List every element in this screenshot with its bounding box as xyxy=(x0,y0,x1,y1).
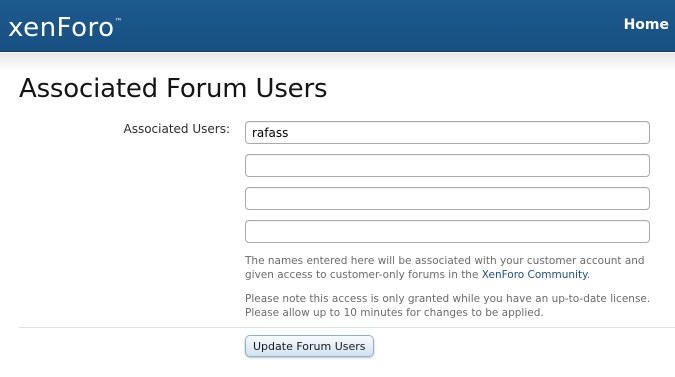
associated-user-input-2[interactable] xyxy=(245,154,650,177)
associated-users-label: Associated Users: xyxy=(123,122,230,136)
explain2-line1: Please note this access is only granted … xyxy=(245,293,651,305)
associated-user-input-3[interactable] xyxy=(245,187,650,210)
explain-text-association: The names entered here will be associate… xyxy=(245,254,665,282)
explain1-end: . xyxy=(586,269,591,281)
associated-user-input-1[interactable] xyxy=(245,121,650,144)
form-divider xyxy=(19,327,675,328)
page-title: Associated Forum Users xyxy=(19,74,328,104)
xenforo-logo[interactable]: xenForo™ xyxy=(8,13,123,43)
xenforo-community-link[interactable]: XenForo Community xyxy=(482,269,587,281)
header-shadow xyxy=(0,53,675,71)
home-link[interactable]: Home xyxy=(624,17,669,33)
logo-text: xenForo xyxy=(8,13,115,43)
associated-user-input-4[interactable] xyxy=(245,220,650,243)
top-header: xenForo™ Home xyxy=(0,0,675,52)
logo-trademark: ™ xyxy=(114,17,124,26)
explain-text-license: Please note this access is only granted … xyxy=(245,292,665,320)
explain2-line2: Please allow up to 10 minutes for change… xyxy=(245,307,544,319)
update-forum-users-button[interactable]: Update Forum Users xyxy=(245,335,374,357)
